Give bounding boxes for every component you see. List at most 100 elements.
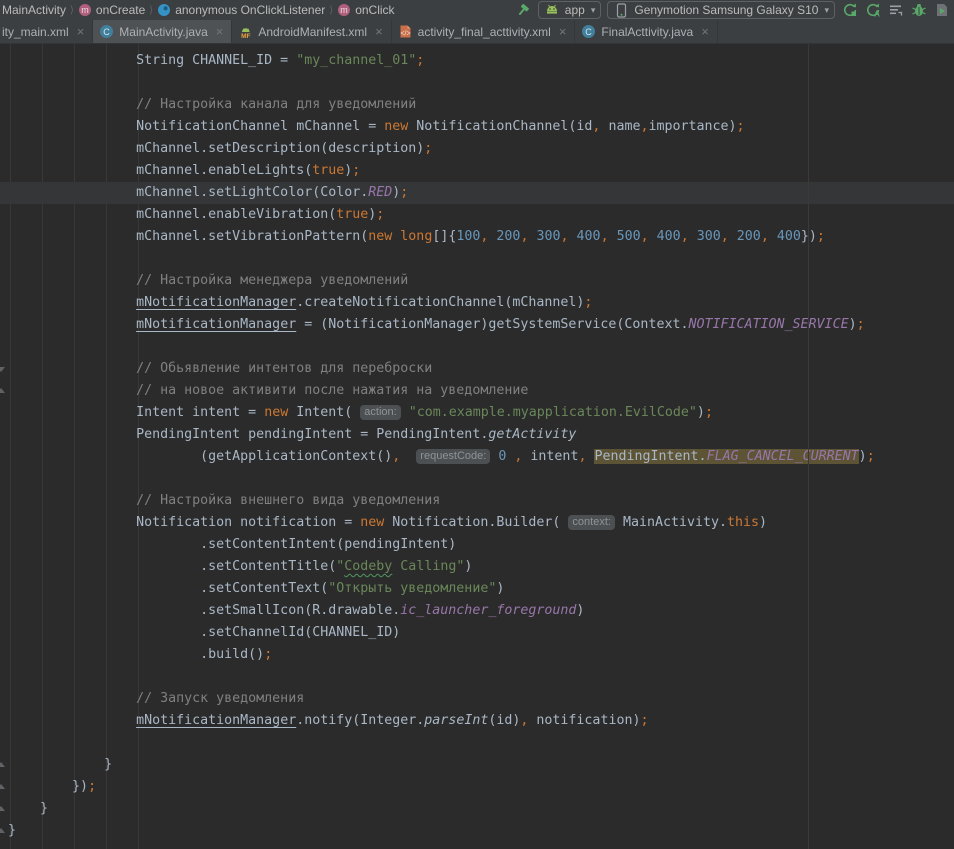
svg-text:A: A: [874, 10, 880, 19]
navigation-bar: MainActivity ⟩ m onCreate ⟩ anonymous OnClick…: [0, 0, 954, 20]
code-line: // Настройка менеджера уведомлений: [0, 270, 954, 292]
tab-close-icon[interactable]: ×: [77, 25, 85, 38]
breadcrumb-separator-icon: ⟩: [149, 5, 153, 16]
apply-changes-restart-icon[interactable]: [841, 2, 858, 19]
phone-icon: [613, 2, 630, 19]
tab-label: FinalActtivity.java: [601, 25, 693, 39]
java-class-file-icon: C: [581, 24, 596, 39]
code-line: [0, 732, 954, 754]
breadcrumb: MainActivity ⟩ m onCreate ⟩ anonymous OnClick…: [2, 3, 395, 17]
tab-close-icon[interactable]: ×: [216, 25, 224, 38]
layout-xml-file-icon: </>: [398, 24, 413, 39]
code-line: mNotificationManager.createNotificationC…: [0, 292, 954, 314]
tab-mainactivity-java[interactable]: CMainActivity.java×: [93, 20, 232, 43]
breadcrumb-label: anonymous OnClickListener: [175, 3, 325, 17]
right-margin-guide: [808, 44, 809, 849]
breadcrumb-item-mainactivity[interactable]: MainActivity: [2, 3, 66, 17]
debug-bug-icon[interactable]: [910, 2, 927, 19]
code-line: });: [0, 776, 954, 798]
code-line: .build();: [0, 644, 954, 666]
code-line: mChannel.enableLights(true);: [0, 160, 954, 182]
breadcrumb-label: onCreate: [96, 3, 145, 17]
svg-text:m: m: [340, 5, 348, 15]
code-line: [0, 248, 954, 270]
tab-activity-final-acttivity-xml[interactable]: </> activity_final_acttivity.xml ×: [392, 20, 576, 43]
code-line: .setContentText("Открыть уведомление"): [0, 578, 954, 600]
chevron-down-icon: ▾: [591, 5, 596, 16]
manifest-file-icon: MF: [238, 24, 253, 39]
tab-androidmanifest-xml[interactable]: MFAndroidManifest.xml×: [232, 20, 391, 43]
code-line: // Настройка внешнего вида уведомления: [0, 490, 954, 512]
code-line: // Настройка канала для уведомлений: [0, 94, 954, 116]
breadcrumb-separator-icon: ⟩: [70, 5, 74, 16]
parameter-hint: context:: [568, 515, 615, 530]
android-icon: [544, 2, 561, 19]
code-line: // на новое активити после нажатия на ув…: [0, 380, 954, 402]
code-line: Notification notification = new Notifica…: [0, 512, 954, 534]
device-dropdown[interactable]: Genymotion Samsung Galaxy S10 ▾: [607, 1, 835, 19]
fold-marker-icon[interactable]: [0, 759, 6, 774]
svg-text:C: C: [586, 27, 593, 37]
code-line: mNotificationManager = (NotificationMana…: [0, 314, 954, 336]
class-icon: [157, 3, 171, 17]
method-icon: m: [337, 3, 351, 17]
code-line: PendingIntent pendingIntent = PendingInt…: [0, 424, 954, 446]
java-class-file-icon: C: [99, 24, 114, 39]
code-line: mNotificationManager.notify(Integer.pars…: [0, 710, 954, 732]
code-line: [0, 666, 954, 688]
run-config-dropdown[interactable]: app ▾: [538, 1, 602, 19]
attach-debugger-icon[interactable]: [933, 2, 950, 19]
code-line: // Обьявление интентов для переброски: [0, 358, 954, 380]
code-line: .setContentIntent(pendingIntent): [0, 534, 954, 556]
code-line: }: [0, 754, 954, 776]
run-config-label: app: [565, 3, 585, 17]
code-line: }: [0, 798, 954, 820]
run-toolbar: app ▾ Genymotion Samsung Galaxy S10 ▾ A: [515, 1, 952, 19]
breadcrumb-item-onclick[interactable]: monClick: [337, 3, 394, 17]
android-studio-window: MainActivity ⟩ m onCreate ⟩ anonymous OnClick…: [0, 0, 954, 849]
editor-tab-bar: ity_main.xml×CMainActivity.java×MFAndroi…: [0, 20, 954, 44]
tab-close-icon[interactable]: ×: [701, 25, 709, 38]
tab-label: ity_main.xml: [2, 25, 69, 39]
parameter-hint: requestCode:: [416, 449, 490, 464]
code-line: [0, 468, 954, 490]
code-line: Intent intent = new Intent( action: "com…: [0, 402, 954, 424]
code-line: .setSmallIcon(R.drawable.ic_launcher_for…: [0, 600, 954, 622]
code-line: mChannel.setLightColor(Color.RED);: [0, 182, 954, 204]
parameter-hint: action:: [360, 405, 400, 420]
code-area: String CHANNEL_ID = "my_channel_01"; // …: [0, 44, 954, 842]
svg-text:m: m: [81, 5, 89, 15]
fold-marker-icon[interactable]: [0, 363, 6, 378]
tab-finalacttivity-java[interactable]: C FinalActtivity.java ×: [575, 20, 717, 43]
code-editor[interactable]: String CHANNEL_ID = "my_channel_01"; // …: [0, 44, 954, 849]
tab-close-icon[interactable]: ×: [375, 25, 383, 38]
breadcrumb-item-anonymous-onclicklistener[interactable]: anonymous OnClickListener: [157, 3, 325, 17]
code-line: mChannel.enableVibration(true);: [0, 204, 954, 226]
svg-text:</>: </>: [400, 31, 410, 38]
breadcrumb-separator-icon: ⟩: [329, 5, 333, 16]
breadcrumb-label: MainActivity: [2, 3, 66, 17]
profiler-icon[interactable]: [887, 2, 904, 19]
method-icon: m: [78, 3, 92, 17]
apply-code-changes-icon[interactable]: A: [864, 2, 881, 19]
fold-marker-icon[interactable]: [0, 825, 6, 840]
fold-marker-icon[interactable]: [0, 385, 6, 400]
code-line: [0, 72, 954, 94]
fold-marker-icon[interactable]: [0, 803, 6, 818]
tab-ity-main-xml[interactable]: ity_main.xml ×: [0, 20, 93, 43]
chevron-down-icon: ▾: [824, 5, 829, 16]
code-line: (getApplicationContext(), requestCode: 0…: [0, 446, 954, 468]
code-line: // Запуск уведомления: [0, 688, 954, 710]
code-line: }: [0, 820, 954, 842]
code-line: .setChannelId(CHANNEL_ID): [0, 622, 954, 644]
svg-text:MF: MF: [241, 33, 250, 39]
code-line: .setContentTitle("Codeby Calling"): [0, 556, 954, 578]
build-hammer-icon[interactable]: [515, 2, 532, 19]
code-line: mChannel.setVibrationPattern(new long[]{…: [0, 226, 954, 248]
tab-close-icon[interactable]: ×: [559, 25, 567, 38]
code-line: NotificationChannel mChannel = new Notif…: [0, 116, 954, 138]
breadcrumb-item-oncreate[interactable]: m onCreate: [78, 3, 145, 17]
fold-marker-icon[interactable]: [0, 781, 6, 796]
code-line: [0, 336, 954, 358]
tab-label: activity_final_acttivity.xml: [418, 25, 551, 39]
